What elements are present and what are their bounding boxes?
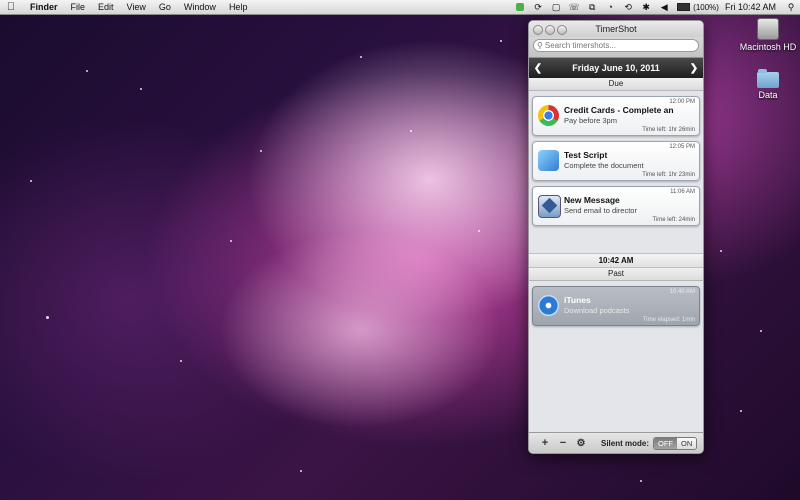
- item-title: iTunes: [564, 295, 591, 305]
- item-title: New Message: [564, 195, 620, 205]
- apple-menu-icon[interactable]: : [0, 1, 22, 13]
- current-time: 10:42 AM: [598, 256, 634, 265]
- past-list: 10:40 AM iTunes Download podcasts Time e…: [529, 281, 703, 326]
- search-input[interactable]: [542, 41, 685, 50]
- menu-go[interactable]: Go: [159, 2, 180, 12]
- add-button[interactable]: +: [537, 437, 553, 449]
- itunes-icon: [538, 295, 559, 316]
- prev-day-button[interactable]: ❮: [529, 63, 547, 74]
- menu-clock[interactable]: Fri 10:42 AM: [725, 2, 776, 12]
- due-list: 12:00 PM Credit Cards - Complete an Onli…: [529, 91, 703, 253]
- sync-icon[interactable]: ⟳: [532, 2, 544, 12]
- mail-icon: [538, 195, 561, 218]
- wifi-icon[interactable]: ◔: [604, 2, 616, 12]
- desktop-icon-label: Macintosh HD: [739, 42, 797, 52]
- desktop-icon-label: Data: [758, 90, 778, 100]
- current-time-divider: 10:42 AM: [529, 253, 703, 268]
- phone-icon[interactable]: ☏: [568, 2, 580, 12]
- timershot-item[interactable]: 11:06 AM New Message Send email to direc…: [532, 186, 700, 226]
- silent-off-option[interactable]: OFF: [654, 437, 678, 449]
- next-day-button[interactable]: ❯: [685, 63, 703, 74]
- folder-icon: [757, 69, 779, 88]
- battery-icon[interactable]: [676, 2, 690, 12]
- menu-file[interactable]: File: [71, 2, 95, 12]
- due-section-header: Due: [529, 78, 703, 91]
- spotlight-search-icon[interactable]: ⚲: [785, 2, 797, 12]
- menu-app-finder[interactable]: Finder: [30, 2, 67, 12]
- timershot-item[interactable]: 12:00 PM Credit Cards - Complete an Onli…: [532, 96, 700, 136]
- item-title: Test Script: [564, 150, 608, 160]
- item-time-elapsed: Time elapsed: 1min: [642, 317, 695, 323]
- battery-percent: (100%): [693, 2, 719, 12]
- silent-mode-toggle[interactable]: OFF ON: [653, 436, 698, 450]
- menu-help[interactable]: Help: [229, 2, 257, 12]
- hard-drive-icon: [757, 18, 779, 40]
- item-subtitle: Pay before 3pm: [564, 116, 617, 125]
- script-app-icon: [538, 150, 559, 171]
- minimize-button[interactable]: [545, 25, 555, 35]
- menu-extras: ⟳ ▢ ☏ ⧉ ◔ ⟲ ✱ ◀ (100%) Fri 10:42 AM ⚲: [511, 0, 800, 14]
- item-title: Credit Cards - Complete an Online...: [564, 105, 674, 115]
- gear-icon[interactable]: ⚙: [573, 438, 589, 449]
- menu-edit[interactable]: Edit: [98, 2, 123, 12]
- search-field[interactable]: ⚲: [533, 39, 699, 52]
- desktop-icon-data[interactable]: Data: [738, 69, 798, 100]
- notes-icon[interactable]: ▢: [550, 2, 562, 12]
- menu-bar:  Finder File Edit View Go Window Help ⟳…: [0, 0, 800, 15]
- window-footer: + − ⚙ Silent mode: OFF ON: [529, 432, 703, 453]
- zoom-button[interactable]: [557, 25, 567, 35]
- bluetooth-icon[interactable]: ✱: [640, 2, 652, 12]
- menu-view[interactable]: View: [127, 2, 155, 12]
- window-title: TimerShot: [595, 24, 637, 34]
- copy-icon[interactable]: ⧉: [586, 2, 598, 12]
- timershot-item-past[interactable]: 10:40 AM iTunes Download podcasts Time e…: [532, 286, 700, 326]
- item-time-left: Time left: 1hr 26min: [642, 127, 695, 133]
- item-time-left: Time left: 1hr 23min: [642, 172, 695, 178]
- current-date: Friday June 10, 2011: [572, 63, 660, 73]
- timershot-item[interactable]: 12:05 PM Test Script Complete the docume…: [532, 141, 700, 181]
- chrome-icon: [538, 105, 559, 126]
- item-subtitle: Download podcasts: [564, 306, 630, 315]
- timershot-menu-icon[interactable]: [514, 2, 526, 12]
- item-time-left: Time left: 24min: [652, 217, 695, 223]
- volume-icon[interactable]: ◀: [658, 2, 670, 12]
- timershot-window: TimerShot ⚲ ❮ Friday June 10, 2011 ❯ Due…: [528, 20, 704, 454]
- silent-on-option[interactable]: ON: [677, 437, 697, 449]
- date-navigator: ❮ Friday June 10, 2011 ❯: [529, 58, 703, 78]
- window-titlebar[interactable]: TimerShot: [529, 21, 703, 37]
- silent-mode-label: Silent mode:: [601, 438, 650, 448]
- item-subtitle: Send email to director: [564, 206, 637, 215]
- close-button[interactable]: [533, 25, 543, 35]
- menu-window[interactable]: Window: [184, 2, 225, 12]
- desktop-icon-macintosh-hd[interactable]: Macintosh HD: [738, 18, 798, 52]
- past-section-header: Past: [529, 268, 703, 281]
- search-bar: ⚲: [529, 37, 703, 58]
- item-subtitle: Complete the document: [564, 161, 644, 170]
- remove-button[interactable]: −: [555, 437, 571, 449]
- time-machine-icon[interactable]: ⟲: [622, 2, 634, 12]
